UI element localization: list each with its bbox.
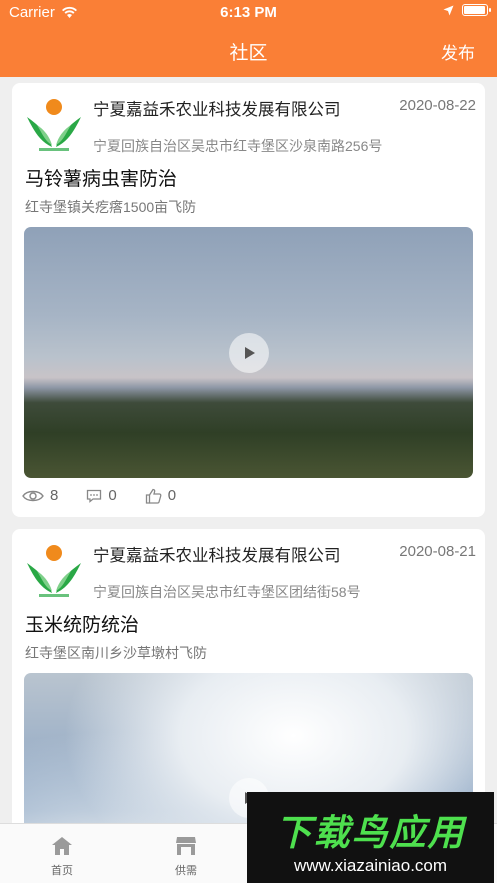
views-count: 8 bbox=[50, 487, 59, 504]
likes-stat[interactable]: 0 bbox=[145, 487, 176, 504]
comments-stat[interactable]: 0 bbox=[86, 487, 117, 504]
video-thumbnail[interactable] bbox=[24, 227, 473, 478]
post-subtitle: 红寺堡镇关疙瘩1500亩飞防 bbox=[25, 199, 197, 215]
post-card[interactable]: 宁夏嘉益禾农业科技发展有限公司 2020-08-22 宁夏回族自治区吴忠市红寺堡… bbox=[12, 83, 485, 517]
app-header: Carrier 6:13 PM 社区 发布 bbox=[0, 0, 497, 77]
watermark-title: 下载鸟应用 bbox=[275, 812, 466, 853]
page-title: 社区 bbox=[229, 43, 268, 64]
company-logo bbox=[27, 545, 81, 597]
comment-icon bbox=[87, 489, 102, 503]
company-name: 宁夏嘉益禾农业科技发展有限公司 bbox=[93, 547, 341, 565]
store-icon bbox=[176, 837, 196, 855]
post-stats: 8 0 0 bbox=[22, 487, 204, 504]
company-logo bbox=[27, 99, 81, 151]
watermark-url: www.xiazainiao.com bbox=[293, 856, 448, 875]
tab-home[interactable]: 首页 bbox=[32, 836, 92, 878]
post-title[interactable]: 玉米统防统治 bbox=[25, 610, 139, 637]
views-stat[interactable]: 8 bbox=[22, 487, 58, 504]
post-date: 2020-08-21 bbox=[399, 543, 476, 560]
post-date: 2020-08-22 bbox=[399, 97, 476, 114]
play-button[interactable] bbox=[228, 332, 269, 373]
thumbs-up-icon bbox=[145, 488, 162, 504]
tab-home-label: 首页 bbox=[51, 865, 73, 877]
post-title[interactable]: 马铃薯病虫害防治 bbox=[25, 164, 177, 191]
post-feed[interactable]: 宁夏嘉益禾农业科技发展有限公司 2020-08-22 宁夏回族自治区吴忠市红寺堡… bbox=[12, 83, 485, 861]
comments-count: 0 bbox=[108, 487, 117, 504]
battery-level bbox=[464, 6, 485, 14]
title-bar: 社区 发布 bbox=[0, 26, 497, 77]
status-bar: Carrier 6:13 PM bbox=[0, 0, 497, 26]
status-right bbox=[443, 4, 491, 16]
company-address: 宁夏回族自治区吴忠市红寺堡区团结街58号 bbox=[93, 584, 361, 600]
eye-icon bbox=[22, 490, 44, 501]
company-address: 宁夏回族自治区吴忠市红寺堡区沙泉南路256号 bbox=[93, 138, 383, 154]
battery-icon bbox=[462, 4, 491, 16]
location-arrow-icon bbox=[443, 5, 454, 15]
clock: 6:13 PM bbox=[220, 4, 277, 21]
watermark-logo: 下载鸟应用 www.xiazainiao.com bbox=[247, 792, 494, 883]
post-subtitle: 红寺堡区南川乡沙草墩村飞防 bbox=[25, 645, 207, 661]
play-icon bbox=[245, 346, 255, 359]
company-name: 宁夏嘉益禾农业科技发展有限公司 bbox=[93, 101, 341, 119]
publish-button[interactable]: 发布 bbox=[441, 39, 475, 64]
home-icon bbox=[52, 837, 72, 855]
tab-supply-label: 供需 bbox=[175, 865, 197, 877]
tab-supply[interactable]: 供需 bbox=[156, 836, 216, 878]
likes-count: 0 bbox=[167, 487, 177, 504]
